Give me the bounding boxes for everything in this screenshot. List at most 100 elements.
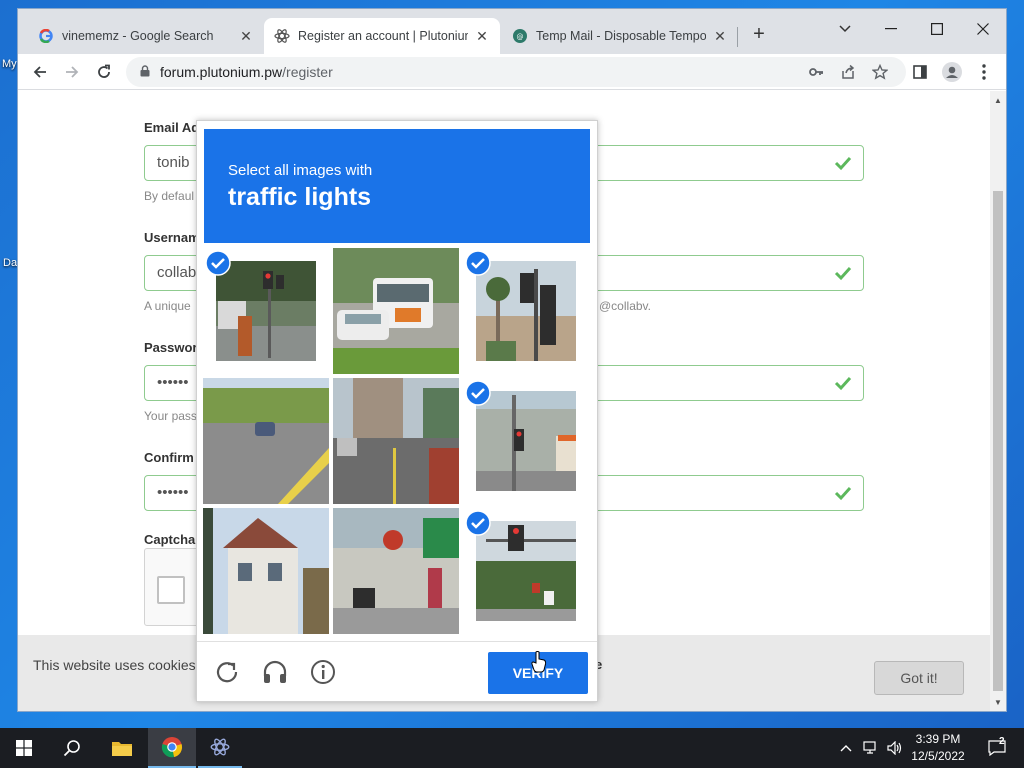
share-button[interactable] [834,58,862,86]
chrome-taskbar-button[interactable] [148,728,196,768]
network-button[interactable] [860,728,882,768]
close-window-button[interactable] [960,15,1006,43]
chrome-icon [161,737,183,758]
username-value: collab [157,264,197,281]
scrollbar-thumb[interactable] [993,191,1003,691]
notifications-button[interactable]: 2 [980,728,1014,768]
selected-check-icon [465,380,491,406]
star-icon [872,64,888,80]
tab-search-button[interactable] [822,15,868,43]
address-bar[interactable]: forum.plutonium.pw/register [126,57,906,87]
profile-button[interactable] [938,58,966,86]
start-button[interactable] [0,728,48,768]
system-clock[interactable]: 3:39 PM 12/5/2022 [908,731,968,765]
captcha-prompt: Select all images with traffic lights [204,129,590,243]
selected-check-icon [465,250,491,276]
file-explorer-button[interactable] [98,728,146,768]
check-icon [833,482,853,516]
tab-plutonium-register[interactable]: Register an account | Plutonium ✕ [264,18,500,54]
scroll-down-arrow[interactable]: ▼ [990,695,1006,711]
captcha-tile[interactable] [463,508,589,634]
reload-button[interactable] [90,58,118,86]
username-help-tail: @collabv. [599,299,651,313]
scroll-up-arrow[interactable]: ▲ [990,93,1006,109]
browser-menu-button[interactable] [970,58,998,86]
captcha-challenge: Select all images with traffic lights VE… [196,120,598,702]
captcha-tile[interactable] [333,248,459,374]
volume-button[interactable] [884,728,906,768]
avatar-icon [942,62,962,82]
captcha-tile[interactable] [203,248,329,374]
tab-google-search[interactable]: vinememz - Google Search ✕ [28,18,264,54]
chevron-down-icon [839,25,851,33]
traffic-light-image [476,521,576,621]
tab-temp-mail[interactable]: @ Temp Mail - Disposable Tempor ✕ [502,18,738,54]
password-key-button[interactable] [802,58,830,86]
tab-title: vinememz - Google Search [62,29,214,43]
captcha-tile[interactable] [203,378,329,504]
key-icon [809,68,823,76]
close-icon[interactable]: ✕ [238,28,254,45]
headphones-icon[interactable] [261,658,289,686]
tab-separator [737,27,738,47]
captcha-tile[interactable] [463,378,589,504]
check-icon [833,262,853,296]
minimize-button[interactable] [868,15,914,43]
show-hidden-icons-button[interactable] [836,728,856,768]
new-tab-button[interactable]: + [749,24,769,44]
password-help: Your pass [144,409,197,423]
bookmark-button[interactable] [866,58,894,86]
back-button[interactable] [26,58,54,86]
confirm-password-value: •••••• [157,484,189,501]
refresh-icon[interactable] [213,658,241,686]
forward-button[interactable] [58,58,86,86]
captcha-widget [144,548,204,626]
captcha-tile[interactable] [333,508,459,634]
reload-icon [98,64,110,78]
browser-toolbar: forum.plutonium.pw/register [18,54,1006,90]
desktop-icon-label[interactable]: Da [3,257,17,269]
tempmail-icon: @ [512,28,528,44]
lock-icon[interactable] [140,64,150,80]
minimize-icon [885,28,897,30]
side-panel-button[interactable] [906,58,934,86]
captcha-prompt-line2: traffic lights [228,183,372,211]
captcha-tile[interactable] [333,378,459,504]
plutonium-taskbar-button[interactable] [198,728,242,768]
arrow-left-icon [33,66,46,78]
svg-text:@: @ [517,33,524,41]
url-host: forum.plutonium.pw [160,64,283,80]
info-icon[interactable] [309,658,337,686]
volume-icon [887,741,902,755]
close-icon[interactable]: ✕ [712,28,728,45]
page-scrollbar[interactable]: ▲ ▼ [990,91,1006,711]
share-icon [842,64,855,79]
traffic-light-image [216,261,316,361]
username-help: A unique [144,299,191,313]
network-icon [863,741,876,754]
traffic-light-image [476,391,576,491]
traffic-light-image [476,261,576,361]
cookie-text: This website uses cookies t [33,657,204,673]
got-it-button[interactable]: Got it! [874,661,964,695]
desktop-icon-label[interactable]: My [2,58,17,70]
password-value: •••••• [157,374,189,391]
check-icon [833,152,853,186]
captcha-checkbox[interactable] [157,576,185,604]
road-image [203,378,329,504]
url-path: /register [282,64,333,80]
captcha-tile[interactable] [463,248,589,374]
clock-time: 3:39 PM [915,732,961,746]
notification-count: 2 [999,736,1005,747]
captcha-tile[interactable] [203,508,329,634]
close-icon [977,23,989,35]
captcha-label: Captcha [144,532,196,547]
plutonium-icon [210,738,230,756]
confirm-password-label: Confirm [144,450,194,465]
search-button[interactable] [48,728,96,768]
maximize-button[interactable] [914,15,960,43]
close-icon[interactable]: ✕ [474,28,490,45]
google-icon [38,28,54,44]
password-label: Passwor [144,340,198,355]
username-label: Usernam [144,230,200,245]
